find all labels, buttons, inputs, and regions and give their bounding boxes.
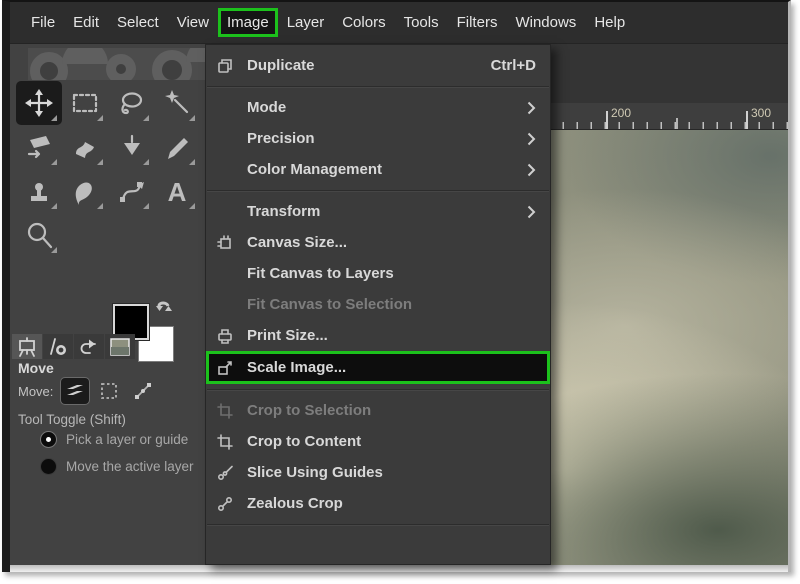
menu-item-print-size[interactable]: Print Size...	[206, 320, 550, 351]
scale-icon	[217, 360, 237, 376]
menu-item-duplicate[interactable]: Duplicate Ctrl+D	[206, 50, 550, 81]
tab-undo-history[interactable]	[74, 334, 104, 359]
move-label: Move:	[18, 384, 53, 399]
move-layer-button[interactable]	[61, 378, 89, 404]
menu-layer[interactable]: Layer	[278, 8, 334, 37]
menu-item-fit-canvas-layers[interactable]: Fit Canvas to Layers	[206, 258, 550, 289]
crop-icon	[217, 403, 237, 419]
zealous-crop-icon	[217, 496, 237, 512]
dock-tabs	[12, 334, 135, 359]
menu-image[interactable]: Image	[218, 8, 278, 37]
bucket-fill-tool[interactable]	[62, 125, 108, 169]
menu-edit[interactable]: Edit	[64, 8, 108, 37]
toolbox-panel: A	[10, 44, 206, 565]
menu-view[interactable]: View	[168, 8, 218, 37]
gimp-window: File Edit Select View Image Layer Colors…	[2, 0, 791, 572]
submenu-arrow-icon	[527, 163, 536, 177]
submenu-arrow-icon	[527, 132, 536, 146]
free-select-tool[interactable]	[108, 81, 154, 125]
menu-item-canvas-size[interactable]: Canvas Size...	[206, 227, 550, 258]
menu-separator	[207, 86, 549, 87]
move-path-button[interactable]	[129, 378, 157, 404]
menu-item-fit-canvas-selection: Fit Canvas to Selection	[206, 289, 550, 320]
tab-device-status[interactable]	[43, 334, 73, 359]
menu-tools[interactable]: Tools	[395, 8, 448, 37]
menu-help[interactable]: Help	[585, 8, 634, 37]
move-tool[interactable]	[16, 81, 62, 125]
shortcut-ctrl-d: Ctrl+D	[491, 57, 536, 74]
tab-tool-options[interactable]	[12, 334, 42, 359]
radio-unselected-icon[interactable]	[40, 458, 57, 475]
smudge-tool[interactable]	[62, 169, 108, 213]
rectangle-select-tool[interactable]	[62, 81, 108, 125]
menu-item-crop-to-selection: Crop to Selection	[206, 395, 550, 426]
submenu-arrow-icon	[527, 101, 536, 115]
menu-colors[interactable]: Colors	[333, 8, 394, 37]
wilber-decoration	[28, 48, 206, 80]
menu-filters[interactable]: Filters	[448, 8, 507, 37]
menu-select[interactable]: Select	[108, 8, 168, 37]
ruler-label-200: 200	[611, 106, 631, 120]
menubar: File Edit Select View Image Layer Colors…	[10, 2, 788, 44]
tab-image-thumbnail[interactable]	[105, 334, 135, 359]
menu-file[interactable]: File	[22, 8, 64, 37]
radio-move-active[interactable]: Move the active layer	[40, 458, 194, 475]
menu-item-scale-image[interactable]: Scale Image...	[206, 351, 550, 384]
unified-transform-tool[interactable]	[16, 125, 62, 169]
move-mode-row: Move:	[18, 378, 157, 404]
slice-icon	[217, 465, 237, 481]
duplicate-icon	[217, 58, 237, 74]
canvas-size-icon	[217, 235, 237, 251]
tool-grid: A	[16, 81, 200, 257]
menu-item-mode[interactable]: Mode	[206, 92, 550, 123]
menu-windows[interactable]: Windows	[506, 8, 585, 37]
image-menu-dropdown: Duplicate Ctrl+D Mode Precision Color Ma…	[205, 44, 551, 565]
paths-tool[interactable]	[108, 169, 154, 213]
menu-item-zealous-crop[interactable]: Zealous Crop	[206, 488, 550, 519]
menu-separator	[207, 389, 549, 390]
text-tool[interactable]: A	[154, 169, 200, 213]
move-selection-button[interactable]	[95, 378, 123, 404]
menu-item-crop-to-content[interactable]: Crop to Content	[206, 426, 550, 457]
gradient-tool[interactable]	[108, 125, 154, 169]
tool-toggle-label: Tool Toggle (Shift)	[18, 412, 126, 427]
radio-selected-icon[interactable]	[40, 431, 57, 448]
menu-item-precision[interactable]: Precision	[206, 123, 550, 154]
ruler-label-300: 300	[751, 106, 771, 120]
zoom-tool[interactable]	[16, 213, 62, 257]
submenu-arrow-icon	[527, 205, 536, 219]
fuzzy-select-tool[interactable]	[154, 81, 200, 125]
menu-separator	[207, 190, 549, 191]
menu-item-color-management[interactable]: Color Management	[206, 154, 550, 185]
menu-item-transform[interactable]: Transform	[206, 196, 550, 227]
radio-pick-layer[interactable]: Pick a layer or guide	[40, 431, 188, 448]
clone-tool[interactable]	[16, 169, 62, 213]
printer-icon	[217, 328, 237, 344]
window-bottom-edge	[10, 565, 788, 572]
menu-separator	[207, 524, 549, 525]
paintbrush-tool[interactable]	[154, 125, 200, 169]
crop-icon	[217, 434, 237, 450]
menu-item-slice-using-guides[interactable]: Slice Using Guides	[206, 457, 550, 488]
tool-options-title: Move	[18, 360, 54, 376]
swap-colors-icon[interactable]	[155, 298, 175, 323]
svg-text:A: A	[168, 177, 187, 206]
